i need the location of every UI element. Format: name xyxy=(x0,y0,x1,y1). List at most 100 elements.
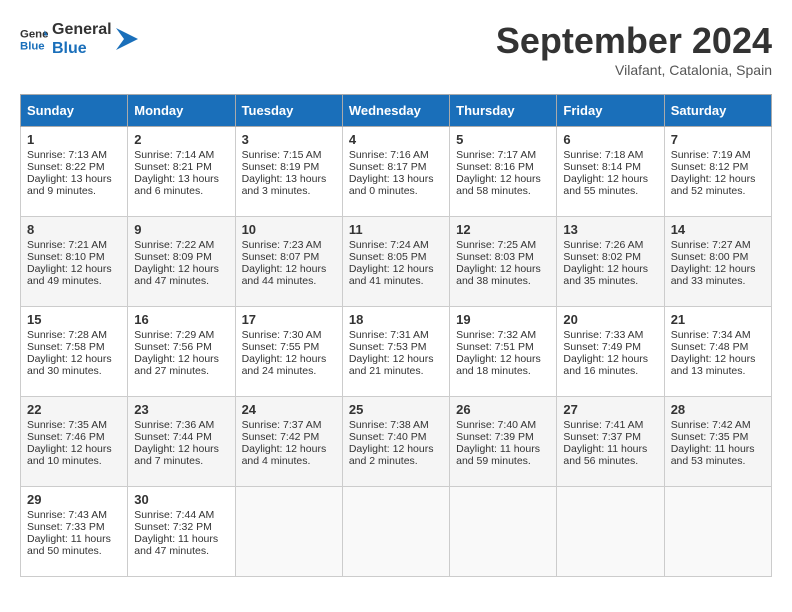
daylight-text: Daylight: 13 hours and 0 minutes. xyxy=(349,173,434,197)
day-number: 8 xyxy=(27,222,121,237)
sunset-text: Sunset: 8:19 PM xyxy=(242,161,320,173)
week-row-4: 22Sunrise: 7:35 AMSunset: 7:46 PMDayligh… xyxy=(21,397,772,487)
day-cell: 24Sunrise: 7:37 AMSunset: 7:42 PMDayligh… xyxy=(235,397,342,487)
sunrise-text: Sunrise: 7:29 AM xyxy=(134,329,214,341)
sunrise-text: Sunrise: 7:26 AM xyxy=(563,239,643,251)
sunrise-text: Sunrise: 7:40 AM xyxy=(456,419,536,431)
logo-icon: General Blue xyxy=(20,25,48,53)
logo-arrow-icon xyxy=(116,28,138,50)
sunrise-text: Sunrise: 7:25 AM xyxy=(456,239,536,251)
sunrise-text: Sunrise: 7:35 AM xyxy=(27,419,107,431)
month-title: September 2024 xyxy=(496,20,772,62)
day-cell: 22Sunrise: 7:35 AMSunset: 7:46 PMDayligh… xyxy=(21,397,128,487)
daylight-text: Daylight: 12 hours and 16 minutes. xyxy=(563,353,648,377)
day-cell: 25Sunrise: 7:38 AMSunset: 7:40 PMDayligh… xyxy=(342,397,449,487)
sunrise-text: Sunrise: 7:18 AM xyxy=(563,149,643,161)
sunset-text: Sunset: 7:58 PM xyxy=(27,341,105,353)
day-cell xyxy=(450,487,557,577)
day-number: 16 xyxy=(134,312,228,327)
sunrise-text: Sunrise: 7:19 AM xyxy=(671,149,751,161)
col-header-sunday: Sunday xyxy=(21,95,128,127)
sunrise-text: Sunrise: 7:27 AM xyxy=(671,239,751,251)
day-number: 3 xyxy=(242,132,336,147)
day-number: 5 xyxy=(456,132,550,147)
col-header-friday: Friday xyxy=(557,95,664,127)
sunrise-text: Sunrise: 7:24 AM xyxy=(349,239,429,251)
day-cell: 15Sunrise: 7:28 AMSunset: 7:58 PMDayligh… xyxy=(21,307,128,397)
sunset-text: Sunset: 8:09 PM xyxy=(134,251,212,263)
day-number: 30 xyxy=(134,492,228,507)
sunset-text: Sunset: 7:40 PM xyxy=(349,431,427,443)
sunrise-text: Sunrise: 7:13 AM xyxy=(27,149,107,161)
daylight-text: Daylight: 12 hours and 2 minutes. xyxy=(349,443,434,467)
sunset-text: Sunset: 8:00 PM xyxy=(671,251,749,263)
sunrise-text: Sunrise: 7:32 AM xyxy=(456,329,536,341)
day-number: 2 xyxy=(134,132,228,147)
daylight-text: Daylight: 11 hours and 56 minutes. xyxy=(563,443,647,467)
daylight-text: Daylight: 11 hours and 53 minutes. xyxy=(671,443,755,467)
daylight-text: Daylight: 12 hours and 52 minutes. xyxy=(671,173,756,197)
day-cell: 11Sunrise: 7:24 AMSunset: 8:05 PMDayligh… xyxy=(342,217,449,307)
day-number: 19 xyxy=(456,312,550,327)
sunset-text: Sunset: 8:16 PM xyxy=(456,161,534,173)
day-cell: 20Sunrise: 7:33 AMSunset: 7:49 PMDayligh… xyxy=(557,307,664,397)
day-cell: 16Sunrise: 7:29 AMSunset: 7:56 PMDayligh… xyxy=(128,307,235,397)
page-header: General Blue General Blue September 2024… xyxy=(20,20,772,78)
sunset-text: Sunset: 7:53 PM xyxy=(349,341,427,353)
col-header-tuesday: Tuesday xyxy=(235,95,342,127)
title-block: September 2024 Vilafant, Catalonia, Spai… xyxy=(496,20,772,78)
svg-text:General: General xyxy=(20,28,48,40)
logo-general: General xyxy=(52,20,112,39)
day-cell: 21Sunrise: 7:34 AMSunset: 7:48 PMDayligh… xyxy=(664,307,771,397)
sunset-text: Sunset: 7:49 PM xyxy=(563,341,641,353)
sunrise-text: Sunrise: 7:22 AM xyxy=(134,239,214,251)
sunrise-text: Sunrise: 7:31 AM xyxy=(349,329,429,341)
day-cell: 4Sunrise: 7:16 AMSunset: 8:17 PMDaylight… xyxy=(342,127,449,217)
day-number: 14 xyxy=(671,222,765,237)
week-row-5: 29Sunrise: 7:43 AMSunset: 7:33 PMDayligh… xyxy=(21,487,772,577)
day-number: 21 xyxy=(671,312,765,327)
sunrise-text: Sunrise: 7:42 AM xyxy=(671,419,751,431)
day-cell: 28Sunrise: 7:42 AMSunset: 7:35 PMDayligh… xyxy=(664,397,771,487)
day-cell xyxy=(557,487,664,577)
sunrise-text: Sunrise: 7:33 AM xyxy=(563,329,643,341)
col-header-thursday: Thursday xyxy=(450,95,557,127)
sunrise-text: Sunrise: 7:14 AM xyxy=(134,149,214,161)
daylight-text: Daylight: 12 hours and 44 minutes. xyxy=(242,263,327,287)
day-cell: 26Sunrise: 7:40 AMSunset: 7:39 PMDayligh… xyxy=(450,397,557,487)
day-cell: 18Sunrise: 7:31 AMSunset: 7:53 PMDayligh… xyxy=(342,307,449,397)
day-number: 4 xyxy=(349,132,443,147)
sunset-text: Sunset: 8:17 PM xyxy=(349,161,427,173)
day-number: 6 xyxy=(563,132,657,147)
day-cell: 30Sunrise: 7:44 AMSunset: 7:32 PMDayligh… xyxy=(128,487,235,577)
day-cell: 10Sunrise: 7:23 AMSunset: 8:07 PMDayligh… xyxy=(235,217,342,307)
daylight-text: Daylight: 13 hours and 6 minutes. xyxy=(134,173,219,197)
daylight-text: Daylight: 12 hours and 58 minutes. xyxy=(456,173,541,197)
day-number: 29 xyxy=(27,492,121,507)
day-number: 9 xyxy=(134,222,228,237)
day-number: 1 xyxy=(27,132,121,147)
sunset-text: Sunset: 8:22 PM xyxy=(27,161,105,173)
day-number: 7 xyxy=(671,132,765,147)
sunset-text: Sunset: 8:02 PM xyxy=(563,251,641,263)
sunrise-text: Sunrise: 7:15 AM xyxy=(242,149,322,161)
day-cell: 12Sunrise: 7:25 AMSunset: 8:03 PMDayligh… xyxy=(450,217,557,307)
daylight-text: Daylight: 12 hours and 38 minutes. xyxy=(456,263,541,287)
daylight-text: Daylight: 12 hours and 30 minutes. xyxy=(27,353,112,377)
sunrise-text: Sunrise: 7:34 AM xyxy=(671,329,751,341)
daylight-text: Daylight: 12 hours and 4 minutes. xyxy=(242,443,327,467)
day-number: 26 xyxy=(456,402,550,417)
sunset-text: Sunset: 7:42 PM xyxy=(242,431,320,443)
sunset-text: Sunset: 8:12 PM xyxy=(671,161,749,173)
svg-text:Blue: Blue xyxy=(20,41,45,53)
sunset-text: Sunset: 8:07 PM xyxy=(242,251,320,263)
daylight-text: Daylight: 12 hours and 33 minutes. xyxy=(671,263,756,287)
day-cell: 8Sunrise: 7:21 AMSunset: 8:10 PMDaylight… xyxy=(21,217,128,307)
day-cell: 27Sunrise: 7:41 AMSunset: 7:37 PMDayligh… xyxy=(557,397,664,487)
daylight-text: Daylight: 12 hours and 21 minutes. xyxy=(349,353,434,377)
sunrise-text: Sunrise: 7:41 AM xyxy=(563,419,643,431)
day-number: 15 xyxy=(27,312,121,327)
day-cell: 23Sunrise: 7:36 AMSunset: 7:44 PMDayligh… xyxy=(128,397,235,487)
col-header-saturday: Saturday xyxy=(664,95,771,127)
logo: General Blue General Blue xyxy=(20,20,138,58)
